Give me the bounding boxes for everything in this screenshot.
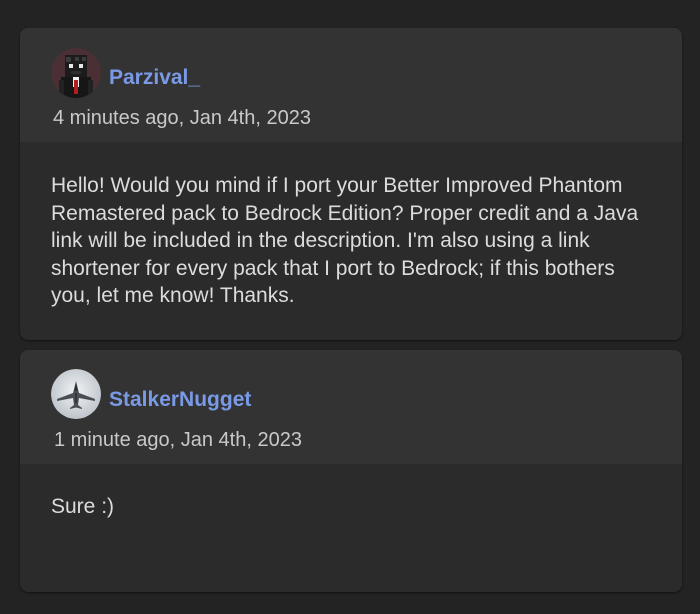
comment-header: StalkerNugget 1 minute ago, Jan 4th, 202… bbox=[20, 350, 682, 464]
username-link[interactable]: Parzival_ bbox=[109, 66, 200, 90]
avatar[interactable] bbox=[51, 48, 101, 98]
comment-card: StalkerNugget 1 minute ago, Jan 4th, 202… bbox=[20, 350, 682, 592]
comment-card: Parzival_ 4 minutes ago, Jan 4th, 2023 H… bbox=[20, 28, 682, 340]
comment-body: Sure :) bbox=[51, 495, 115, 518]
comment-timestamp: 4 minutes ago, Jan 4th, 2023 bbox=[53, 107, 311, 129]
jet-fighter-avatar-icon bbox=[51, 369, 101, 419]
comment-timestamp: 1 minute ago, Jan 4th, 2023 bbox=[54, 429, 302, 451]
username-link[interactable]: StalkerNugget bbox=[109, 388, 251, 412]
pixel-character-avatar-icon bbox=[51, 48, 101, 98]
comment-body: Hello! Would you mind if I port your Bet… bbox=[51, 174, 639, 307]
avatar[interactable] bbox=[51, 369, 101, 419]
comment-header: Parzival_ 4 minutes ago, Jan 4th, 2023 bbox=[20, 28, 682, 142]
